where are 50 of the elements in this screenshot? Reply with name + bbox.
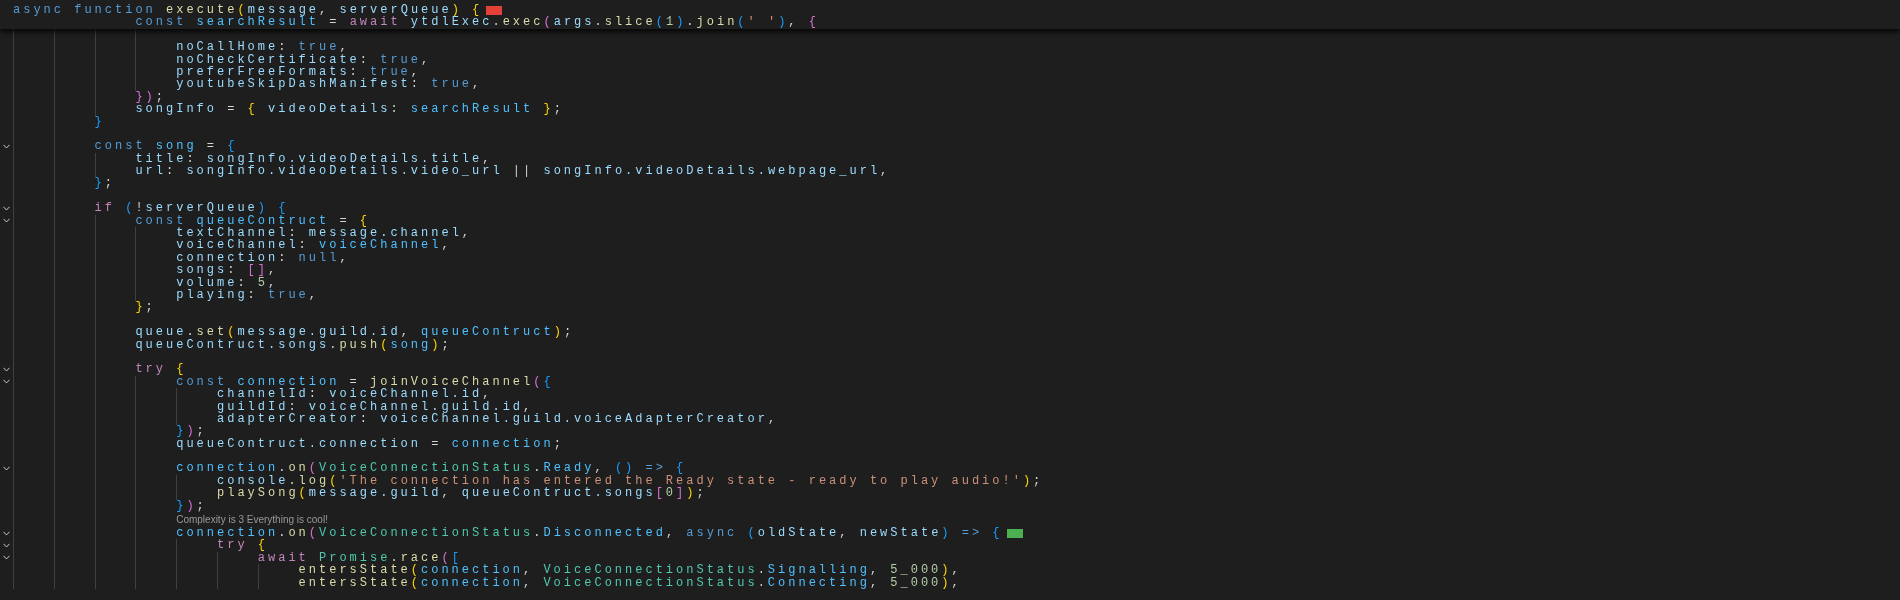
- code-line: url: songInfo.videoDetails.video_url || songInfo.videoDetails.webpage_url,: [135, 165, 891, 178]
- code-line: async function execute(message, serverQueue) {: [13, 4, 483, 17]
- fold-chevron-icon[interactable]: [3, 466, 10, 472]
- code-line: const queueContruct = {: [135, 214, 371, 228]
- code-line: guildId: voiceChannel.guild.id,: [217, 400, 534, 413]
- fold-chevron-icon[interactable]: [3, 543, 10, 549]
- code-line: volume: 5,: [176, 276, 279, 289]
- fold-chevron-icon[interactable]: [3, 205, 10, 211]
- code-line: title: songInfo.videoDetails.title,: [135, 152, 493, 166]
- code-line: voiceChannel: voiceChannel,: [176, 239, 452, 252]
- code-line: queue.set(message.guild.id, queueContruct);: [135, 326, 575, 339]
- code-line: youtubeSkipDashManifest: true,: [176, 78, 483, 91]
- code-line: connection.on(VoiceConnectionStatus.Ready, () => {: [176, 462, 687, 475]
- fold-chevron-icon[interactable]: [3, 555, 10, 561]
- code-line: adapterCreator: voiceChannel.guild.voiceAdapterCreator,: [217, 412, 779, 426]
- code-line: noCallHome: true,: [176, 41, 350, 54]
- code-line: textChannel: message.channel,: [176, 227, 473, 240]
- code-line: const connection = joinVoiceChannel({: [176, 375, 554, 389]
- code-line: connection.on(VoiceConnectionStatus.Disconnected, async (oldState, newState) => {: [176, 527, 1003, 540]
- fold-chevron-icon[interactable]: [3, 530, 10, 536]
- code-line: songInfo = { videoDetails: searchResult };: [135, 103, 564, 116]
- code-line: };: [94, 177, 115, 190]
- fold-chevron-icon[interactable]: [3, 379, 10, 385]
- code-line: channelId: voiceChannel.id,: [217, 388, 493, 401]
- code-line: });: [135, 90, 166, 104]
- code-line: try {: [217, 539, 268, 552]
- code-line: preferFreeFormats: true,: [176, 65, 422, 79]
- code-line: if (!serverQueue) {: [94, 202, 289, 215]
- code-line: };: [135, 301, 156, 314]
- code-line: songs: [],: [176, 264, 279, 277]
- code-line: queueContruct.songs.push(song);: [135, 338, 452, 351]
- fold-chevron-icon[interactable]: [3, 144, 10, 149]
- code-line: entersState(connection, VoiceConnectionStatus.Connecting, 5_000),: [298, 576, 962, 589]
- fold-chevron-icon[interactable]: [3, 367, 10, 372]
- code-line: await Promise.race([: [257, 551, 462, 565]
- code-line: noCheckCertificate: true,: [176, 53, 432, 66]
- code-line: }: [94, 115, 105, 128]
- code-line: });: [176, 425, 207, 438]
- code-line: connection: null,: [176, 251, 350, 265]
- code-line: console.log('The connection has entered the Ready state - ready to play audio!');: [217, 474, 1044, 488]
- code-line: });: [176, 499, 207, 512]
- code-line: playing: true,: [176, 289, 320, 302]
- code-line: playSong(message.guild, queueContruct.songs[0]);: [217, 487, 707, 500]
- code-line: try {: [135, 363, 187, 376]
- code-line: queueContruct.connection = connection;: [176, 437, 564, 451]
- codelens-hint[interactable]: Complexity is 3 Everything is cool!: [176, 513, 328, 526]
- code-line: entersState(connection, VoiceConnectionStatus.Signalling, 5_000),: [298, 564, 962, 577]
- code-line: const searchResult = await ytdlExec.exec(args.slice(1).join(' '), {: [135, 16, 819, 29]
- code-line: const song = {: [94, 140, 238, 153]
- fold-chevron-icon[interactable]: [3, 218, 10, 224]
